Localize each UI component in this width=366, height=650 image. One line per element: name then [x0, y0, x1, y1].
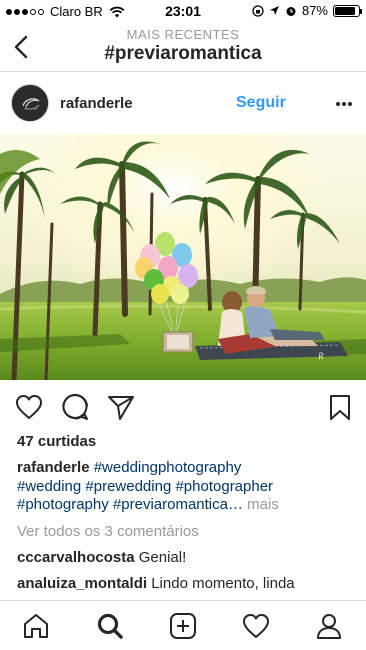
hashtag[interactable]: #photographer: [175, 478, 273, 495]
more-horizontal-icon: [336, 102, 352, 106]
avatar[interactable]: [11, 84, 49, 122]
search-icon: [97, 613, 123, 639]
comment-button[interactable]: [60, 392, 90, 422]
bookmark-icon: [330, 395, 350, 420]
action-bar: [0, 390, 366, 424]
comment-username[interactable]: cccarvalhocosta: [17, 549, 135, 566]
home-icon: [24, 614, 48, 638]
nav-profile[interactable]: [314, 611, 344, 641]
post-header: rafanderle Seguir: [0, 78, 366, 130]
view-all-comments-link[interactable]: Ver todos os 3 comentários: [17, 523, 199, 540]
more-options-button[interactable]: [334, 94, 354, 114]
lock-rotation-icon: [252, 4, 264, 17]
header-subtitle: MAIS RECENTES: [126, 27, 240, 42]
post-photo[interactable]: R: [0, 134, 366, 380]
caption-more-link[interactable]: mais: [247, 496, 279, 513]
hashtag[interactable]: #weddingphotography: [94, 459, 242, 476]
hashtag[interactable]: #prewedding: [85, 478, 171, 495]
battery-icon: [333, 4, 362, 17]
svg-text:R: R: [317, 351, 324, 361]
status-right: 87%: [252, 3, 362, 18]
comment-item: cccarvalhocosta Genial!: [17, 549, 357, 567]
bottom-nav: [0, 600, 366, 650]
save-button[interactable]: [325, 392, 355, 422]
likes-count[interactable]: 47 curtidas: [17, 433, 96, 450]
battery-percent: 87%: [301, 3, 328, 18]
share-button[interactable]: [106, 392, 136, 422]
activity-icon: [243, 614, 269, 638]
post-caption: rafanderle #weddingphotography #wedding …: [17, 459, 357, 515]
post-username[interactable]: rafanderle: [60, 95, 133, 112]
profile-icon: [317, 614, 341, 639]
status-bar: Claro BR 23:01 87%: [0, 0, 366, 22]
page-title: #previaromantica: [104, 43, 262, 64]
hashtag[interactable]: #photography: [17, 496, 109, 513]
heart-icon: [16, 395, 42, 419]
location-icon: [269, 6, 279, 15]
top-header: MAIS RECENTES #previaromantica: [0, 22, 366, 72]
nav-add[interactable]: [168, 611, 198, 641]
send-icon: [108, 396, 134, 420]
avatar-logo-icon: [12, 85, 48, 121]
comment-text: Lindo momento, linda: [151, 575, 295, 592]
nav-home[interactable]: [21, 611, 51, 641]
comment-username[interactable]: analuiza_montaldi: [17, 575, 147, 592]
comment-text: Genial!: [138, 549, 187, 566]
like-button[interactable]: [14, 392, 44, 422]
alarm-icon: [286, 6, 296, 16]
hashtag[interactable]: #previaromantica…: [113, 496, 243, 513]
follow-button[interactable]: Seguir: [236, 94, 286, 112]
add-icon: [170, 613, 196, 639]
hashtag[interactable]: #wedding: [17, 478, 81, 495]
nav-activity[interactable]: [241, 611, 271, 641]
nav-search[interactable]: [95, 611, 125, 641]
caption-username[interactable]: rafanderle: [17, 459, 90, 476]
comment-item: analuiza_montaldi Lindo momento, linda: [17, 575, 357, 593]
